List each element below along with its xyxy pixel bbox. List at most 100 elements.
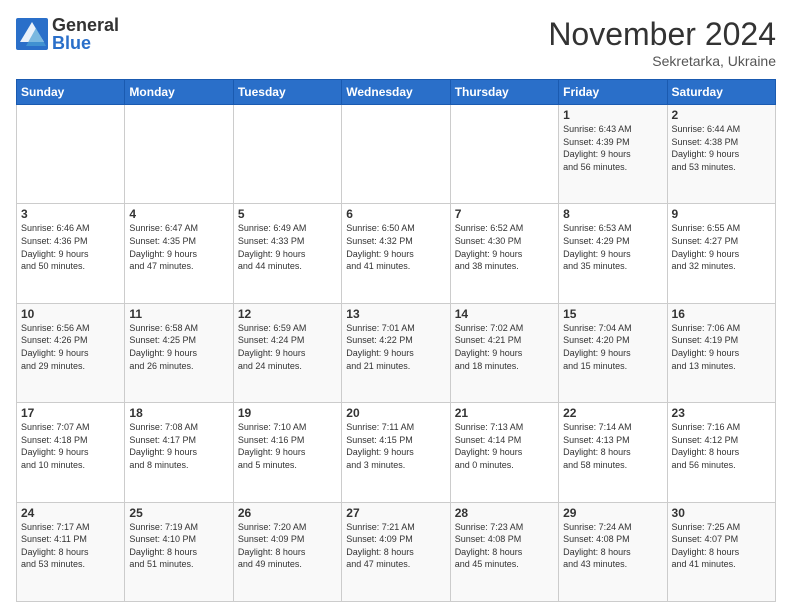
day-info: Sunrise: 7:20 AM Sunset: 4:09 PM Dayligh… — [238, 521, 337, 571]
day-number: 3 — [21, 207, 120, 221]
day-number: 16 — [672, 307, 771, 321]
logo: General Blue — [16, 16, 119, 52]
day-info: Sunrise: 7:14 AM Sunset: 4:13 PM Dayligh… — [563, 421, 662, 471]
calendar-cell: 28Sunrise: 7:23 AM Sunset: 4:08 PM Dayli… — [450, 502, 558, 601]
calendar-cell: 26Sunrise: 7:20 AM Sunset: 4:09 PM Dayli… — [233, 502, 341, 601]
calendar-cell: 21Sunrise: 7:13 AM Sunset: 4:14 PM Dayli… — [450, 403, 558, 502]
day-number: 29 — [563, 506, 662, 520]
calendar-week-4: 17Sunrise: 7:07 AM Sunset: 4:18 PM Dayli… — [17, 403, 776, 502]
day-info: Sunrise: 7:17 AM Sunset: 4:11 PM Dayligh… — [21, 521, 120, 571]
day-number: 18 — [129, 406, 228, 420]
calendar-cell: 7Sunrise: 6:52 AM Sunset: 4:30 PM Daylig… — [450, 204, 558, 303]
calendar-cell: 27Sunrise: 7:21 AM Sunset: 4:09 PM Dayli… — [342, 502, 450, 601]
calendar-cell: 13Sunrise: 7:01 AM Sunset: 4:22 PM Dayli… — [342, 303, 450, 402]
calendar-cell: 10Sunrise: 6:56 AM Sunset: 4:26 PM Dayli… — [17, 303, 125, 402]
day-info: Sunrise: 6:58 AM Sunset: 4:25 PM Dayligh… — [129, 322, 228, 372]
day-info: Sunrise: 7:25 AM Sunset: 4:07 PM Dayligh… — [672, 521, 771, 571]
calendar-cell — [342, 105, 450, 204]
calendar-table: Sunday Monday Tuesday Wednesday Thursday… — [16, 79, 776, 602]
calendar-week-2: 3Sunrise: 6:46 AM Sunset: 4:36 PM Daylig… — [17, 204, 776, 303]
weekday-header-row: Sunday Monday Tuesday Wednesday Thursday… — [17, 80, 776, 105]
day-number: 5 — [238, 207, 337, 221]
day-info: Sunrise: 6:59 AM Sunset: 4:24 PM Dayligh… — [238, 322, 337, 372]
calendar-cell: 17Sunrise: 7:07 AM Sunset: 4:18 PM Dayli… — [17, 403, 125, 502]
day-info: Sunrise: 7:13 AM Sunset: 4:14 PM Dayligh… — [455, 421, 554, 471]
header: General Blue November 2024 Sekretarka, U… — [16, 16, 776, 69]
day-number: 28 — [455, 506, 554, 520]
calendar-cell: 8Sunrise: 6:53 AM Sunset: 4:29 PM Daylig… — [559, 204, 667, 303]
calendar-cell: 19Sunrise: 7:10 AM Sunset: 4:16 PM Dayli… — [233, 403, 341, 502]
calendar-cell: 6Sunrise: 6:50 AM Sunset: 4:32 PM Daylig… — [342, 204, 450, 303]
day-info: Sunrise: 6:50 AM Sunset: 4:32 PM Dayligh… — [346, 222, 445, 272]
calendar-body: 1Sunrise: 6:43 AM Sunset: 4:39 PM Daylig… — [17, 105, 776, 602]
header-tuesday: Tuesday — [233, 80, 341, 105]
day-number: 30 — [672, 506, 771, 520]
day-info: Sunrise: 6:43 AM Sunset: 4:39 PM Dayligh… — [563, 123, 662, 173]
day-info: Sunrise: 6:46 AM Sunset: 4:36 PM Dayligh… — [21, 222, 120, 272]
calendar-cell: 2Sunrise: 6:44 AM Sunset: 4:38 PM Daylig… — [667, 105, 775, 204]
day-number: 24 — [21, 506, 120, 520]
day-number: 10 — [21, 307, 120, 321]
day-number: 19 — [238, 406, 337, 420]
day-info: Sunrise: 6:44 AM Sunset: 4:38 PM Dayligh… — [672, 123, 771, 173]
calendar-cell: 16Sunrise: 7:06 AM Sunset: 4:19 PM Dayli… — [667, 303, 775, 402]
calendar-week-5: 24Sunrise: 7:17 AM Sunset: 4:11 PM Dayli… — [17, 502, 776, 601]
calendar-cell: 23Sunrise: 7:16 AM Sunset: 4:12 PM Dayli… — [667, 403, 775, 502]
day-number: 1 — [563, 108, 662, 122]
page: General Blue November 2024 Sekretarka, U… — [0, 0, 792, 612]
month-title: November 2024 — [548, 16, 776, 53]
day-info: Sunrise: 7:08 AM Sunset: 4:17 PM Dayligh… — [129, 421, 228, 471]
calendar-cell: 1Sunrise: 6:43 AM Sunset: 4:39 PM Daylig… — [559, 105, 667, 204]
day-number: 12 — [238, 307, 337, 321]
calendar-cell: 25Sunrise: 7:19 AM Sunset: 4:10 PM Dayli… — [125, 502, 233, 601]
day-number: 20 — [346, 406, 445, 420]
calendar-week-3: 10Sunrise: 6:56 AM Sunset: 4:26 PM Dayli… — [17, 303, 776, 402]
calendar-week-1: 1Sunrise: 6:43 AM Sunset: 4:39 PM Daylig… — [17, 105, 776, 204]
day-number: 26 — [238, 506, 337, 520]
calendar-cell — [233, 105, 341, 204]
location: Sekretarka, Ukraine — [548, 53, 776, 69]
calendar-cell: 5Sunrise: 6:49 AM Sunset: 4:33 PM Daylig… — [233, 204, 341, 303]
day-number: 17 — [21, 406, 120, 420]
day-info: Sunrise: 6:56 AM Sunset: 4:26 PM Dayligh… — [21, 322, 120, 372]
day-number: 6 — [346, 207, 445, 221]
calendar-cell: 9Sunrise: 6:55 AM Sunset: 4:27 PM Daylig… — [667, 204, 775, 303]
logo-text: General Blue — [52, 16, 119, 52]
header-saturday: Saturday — [667, 80, 775, 105]
calendar-cell: 11Sunrise: 6:58 AM Sunset: 4:25 PM Dayli… — [125, 303, 233, 402]
calendar: Sunday Monday Tuesday Wednesday Thursday… — [16, 79, 776, 602]
day-number: 11 — [129, 307, 228, 321]
day-info: Sunrise: 7:04 AM Sunset: 4:20 PM Dayligh… — [563, 322, 662, 372]
title-block: November 2024 Sekretarka, Ukraine — [548, 16, 776, 69]
day-number: 14 — [455, 307, 554, 321]
day-info: Sunrise: 6:52 AM Sunset: 4:30 PM Dayligh… — [455, 222, 554, 272]
day-number: 22 — [563, 406, 662, 420]
day-info: Sunrise: 7:10 AM Sunset: 4:16 PM Dayligh… — [238, 421, 337, 471]
day-info: Sunrise: 6:47 AM Sunset: 4:35 PM Dayligh… — [129, 222, 228, 272]
day-info: Sunrise: 7:02 AM Sunset: 4:21 PM Dayligh… — [455, 322, 554, 372]
day-info: Sunrise: 7:24 AM Sunset: 4:08 PM Dayligh… — [563, 521, 662, 571]
day-number: 27 — [346, 506, 445, 520]
calendar-cell: 12Sunrise: 6:59 AM Sunset: 4:24 PM Dayli… — [233, 303, 341, 402]
calendar-cell: 24Sunrise: 7:17 AM Sunset: 4:11 PM Dayli… — [17, 502, 125, 601]
day-number: 7 — [455, 207, 554, 221]
day-number: 25 — [129, 506, 228, 520]
calendar-cell: 3Sunrise: 6:46 AM Sunset: 4:36 PM Daylig… — [17, 204, 125, 303]
day-number: 9 — [672, 207, 771, 221]
day-info: Sunrise: 7:19 AM Sunset: 4:10 PM Dayligh… — [129, 521, 228, 571]
day-number: 8 — [563, 207, 662, 221]
calendar-cell: 14Sunrise: 7:02 AM Sunset: 4:21 PM Dayli… — [450, 303, 558, 402]
day-info: Sunrise: 6:53 AM Sunset: 4:29 PM Dayligh… — [563, 222, 662, 272]
logo-blue-text: Blue — [52, 34, 119, 52]
day-info: Sunrise: 7:11 AM Sunset: 4:15 PM Dayligh… — [346, 421, 445, 471]
calendar-cell: 30Sunrise: 7:25 AM Sunset: 4:07 PM Dayli… — [667, 502, 775, 601]
calendar-cell: 15Sunrise: 7:04 AM Sunset: 4:20 PM Dayli… — [559, 303, 667, 402]
calendar-cell: 29Sunrise: 7:24 AM Sunset: 4:08 PM Dayli… — [559, 502, 667, 601]
day-number: 2 — [672, 108, 771, 122]
day-number: 23 — [672, 406, 771, 420]
header-friday: Friday — [559, 80, 667, 105]
day-info: Sunrise: 7:23 AM Sunset: 4:08 PM Dayligh… — [455, 521, 554, 571]
calendar-cell: 18Sunrise: 7:08 AM Sunset: 4:17 PM Dayli… — [125, 403, 233, 502]
day-info: Sunrise: 6:55 AM Sunset: 4:27 PM Dayligh… — [672, 222, 771, 272]
day-info: Sunrise: 7:06 AM Sunset: 4:19 PM Dayligh… — [672, 322, 771, 372]
